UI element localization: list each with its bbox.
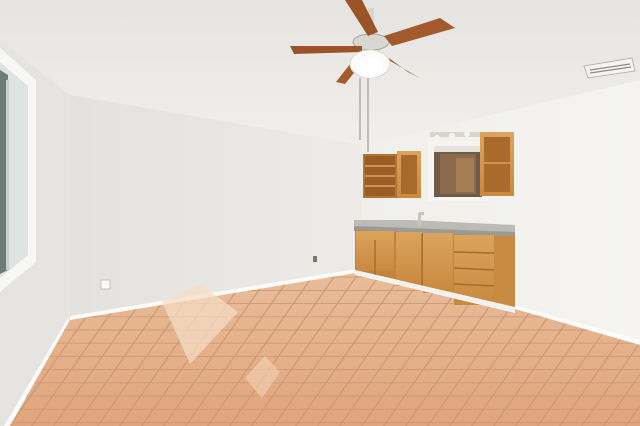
room-illustration	[0, 0, 640, 426]
upper-cabinet-right	[480, 132, 514, 196]
room-photo	[0, 0, 640, 426]
wall-outlet	[100, 279, 111, 290]
wall-jack	[313, 256, 317, 262]
mirror	[428, 141, 488, 201]
window	[0, 48, 36, 292]
upper-shelf-cabinet	[363, 151, 421, 198]
